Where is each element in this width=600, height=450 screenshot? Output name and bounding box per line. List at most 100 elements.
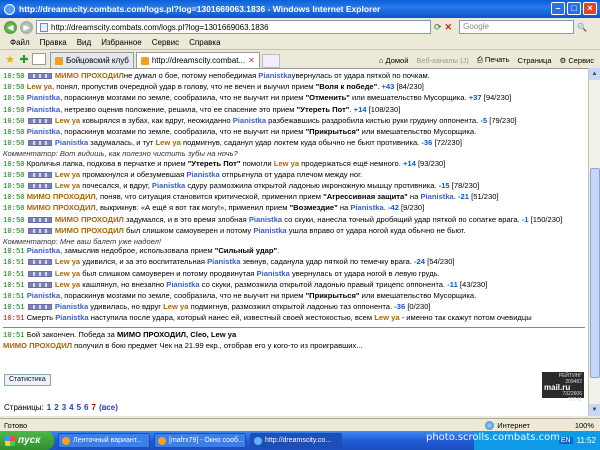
taskbar-button[interactable]: [mafrx79] - Окно сооб...	[154, 433, 246, 448]
log-text: разбежавшись раздробила кистью руки груд…	[266, 115, 481, 125]
print-button[interactable]: ⎙ Печать	[477, 55, 510, 65]
page-link[interactable]: 3	[62, 403, 66, 412]
player-name[interactable]: Pianistka	[27, 246, 60, 255]
player-name[interactable]: Pianistka	[55, 138, 88, 147]
player-name[interactable]: МИМО ПРОХОДИЛ	[3, 341, 72, 350]
back-button[interactable]: ◀	[4, 20, 17, 34]
tools-menu-button[interactable]: ⚙ Сервис	[560, 56, 595, 65]
log-line: 10:51 Бой закончен. Победа за МИМО ПРОХО…	[3, 330, 585, 341]
player-name[interactable]: МИМО ПРОХОДИЛ	[27, 203, 96, 212]
log-line: 10:50 МИМО ПРОХОДИЛ, выкрикнув: «А ещё я…	[3, 203, 585, 214]
player-name[interactable]: Lew ya	[55, 116, 80, 125]
forward-button[interactable]: ▶	[20, 20, 33, 34]
player-name[interactable]: Pianistka	[27, 291, 60, 300]
favorites-star-icon[interactable]: ★	[4, 53, 16, 66]
player-name[interactable]: Pianistka	[257, 269, 290, 278]
player-name[interactable]: Pianistka	[152, 181, 185, 190]
scroll-down-icon[interactable]: ▼	[589, 404, 600, 416]
log-text: задумалась, и тут	[88, 138, 156, 148]
search-input[interactable]: Google	[459, 20, 575, 34]
feeds-button[interactable]: Веб-каналы (J)	[416, 56, 468, 65]
player-name[interactable]: Pianistka	[207, 257, 240, 266]
hit-zones-icon	[27, 227, 52, 234]
page-link-all[interactable]: (все)	[99, 403, 118, 412]
player-name[interactable]: Pianistka	[55, 302, 88, 311]
player-name[interactable]: Lew ya	[163, 302, 188, 311]
page-icon	[40, 22, 48, 32]
search-icon[interactable]: 🔍	[577, 23, 587, 32]
window-titlebar[interactable]: http://dreamscity.combats.com/logs.pl?lo…	[0, 0, 600, 18]
player-name[interactable]: Pianistka	[253, 226, 286, 235]
menu-item[interactable]: Сервис	[152, 38, 179, 47]
scroll-up-icon[interactable]: ▲	[589, 68, 600, 80]
page-link[interactable]: 5	[77, 403, 81, 412]
zoom-level[interactable]: 100%	[575, 421, 594, 430]
language-indicator[interactable]: EN	[558, 437, 573, 444]
player-name[interactable]: Pianistka	[350, 203, 383, 212]
home-button[interactable]: ⌂ Домой	[379, 56, 408, 65]
player-name[interactable]: Pianistka	[233, 116, 266, 125]
player-name[interactable]: Lew ya	[274, 159, 299, 168]
player-name[interactable]: МИМО ПРОХОДИЛ	[55, 215, 124, 224]
start-button[interactable]: пуск	[0, 431, 54, 450]
player-name[interactable]: Lew ya	[55, 280, 80, 289]
player-name[interactable]: Lew ya	[27, 82, 52, 91]
statistics-button[interactable]: Статистика	[4, 374, 51, 386]
rating-counter[interactable]: РЕЙТИНГ 209482 mail.ru 7322606 28741	[542, 372, 584, 403]
scroll-thumb[interactable]	[590, 168, 600, 378]
browser-tab[interactable]: Бойцовский клуб	[50, 52, 134, 68]
page-menu-button[interactable]: Страница	[518, 56, 552, 65]
page-link[interactable]: 1	[47, 403, 51, 412]
player-name[interactable]: Pianistka	[27, 93, 60, 102]
log-text: подмигнув, размозжил открытой ладонью та…	[188, 302, 395, 312]
log-comment: Комментатор: Вот видишь, как полезно чис…	[3, 149, 238, 159]
player-name[interactable]: МИМО ПРОХОДИЛ	[27, 192, 96, 201]
browser-tab[interactable]: http://dreamscity.combat... ✕	[135, 52, 260, 68]
add-favorite-icon[interactable]: ✚	[18, 53, 30, 66]
log-text: , нетрезво оценив положение, решила, что…	[60, 104, 297, 114]
refresh-icon[interactable]: ⟳	[434, 22, 442, 33]
quick-tabs-icon[interactable]	[32, 53, 46, 65]
player-name[interactable]: МИМО ПРОХОДИЛ	[55, 226, 124, 235]
taskbar-button[interactable]: Ленточный вариант...	[58, 433, 150, 448]
player-name[interactable]: Lew ya	[55, 181, 80, 190]
player-name[interactable]: Pianistka	[249, 215, 282, 224]
player-name[interactable]: Pianistka	[27, 127, 60, 136]
player-name[interactable]: Pianistka	[55, 313, 88, 322]
player-name[interactable]: Pianistka	[258, 71, 291, 80]
menu-item[interactable]: Справка	[189, 38, 220, 47]
player-name[interactable]: Lew ya	[374, 313, 399, 322]
stop-icon[interactable]: ✕	[445, 22, 453, 33]
player-name[interactable]: Pianistka	[166, 280, 199, 289]
close-tab-icon[interactable]: ✕	[248, 56, 255, 65]
player-name[interactable]: Lew ya	[156, 138, 181, 147]
log-text: продержаться ещё немного.	[299, 158, 403, 168]
close-button[interactable]: ×	[583, 2, 597, 15]
player-name[interactable]: Lew ya	[55, 257, 80, 266]
log-line: 10:50 Lew ya промахнулся и обезумевшая P…	[3, 170, 585, 181]
menu-item[interactable]: Файл	[10, 38, 30, 47]
url-input[interactable]: http://dreamscity.combats.com/logs.pl?lo…	[36, 20, 431, 34]
taskbar-button[interactable]: http://dreamscity.co...	[250, 433, 342, 448]
hp-change: -42	[387, 203, 399, 213]
action-name: "Возмездие"	[289, 203, 338, 213]
player-name[interactable]: Pianistka	[27, 105, 60, 114]
maximize-button[interactable]: □	[567, 2, 581, 15]
menu-item[interactable]: Вид	[77, 38, 91, 47]
player-name[interactable]: Lew ya	[55, 269, 80, 278]
page-link[interactable]: 6	[84, 403, 88, 412]
new-tab-button[interactable]	[261, 54, 280, 68]
player-name[interactable]: Lew ya	[55, 170, 80, 179]
page-link[interactable]: 4	[69, 403, 73, 412]
page-link[interactable]: 2	[54, 403, 58, 412]
menu-item[interactable]: Правка	[40, 38, 67, 47]
vertical-scrollbar[interactable]: ▲ ▼	[588, 68, 600, 416]
menu-item[interactable]: Избранное	[101, 38, 142, 47]
player-name[interactable]: МИМО ПРОХОДИЛ	[55, 71, 124, 80]
minimize-button[interactable]: –	[551, 2, 565, 15]
page-link[interactable]: 7	[92, 403, 96, 412]
log-line: 10:50 МИМО ПРОХОДИЛ был слишком самоувер…	[3, 226, 585, 237]
player-name[interactable]: Pianistka	[420, 192, 453, 201]
watermark-text: photo.scrolls.combats.com	[425, 432, 560, 443]
player-name[interactable]: Pianistka	[186, 170, 219, 179]
